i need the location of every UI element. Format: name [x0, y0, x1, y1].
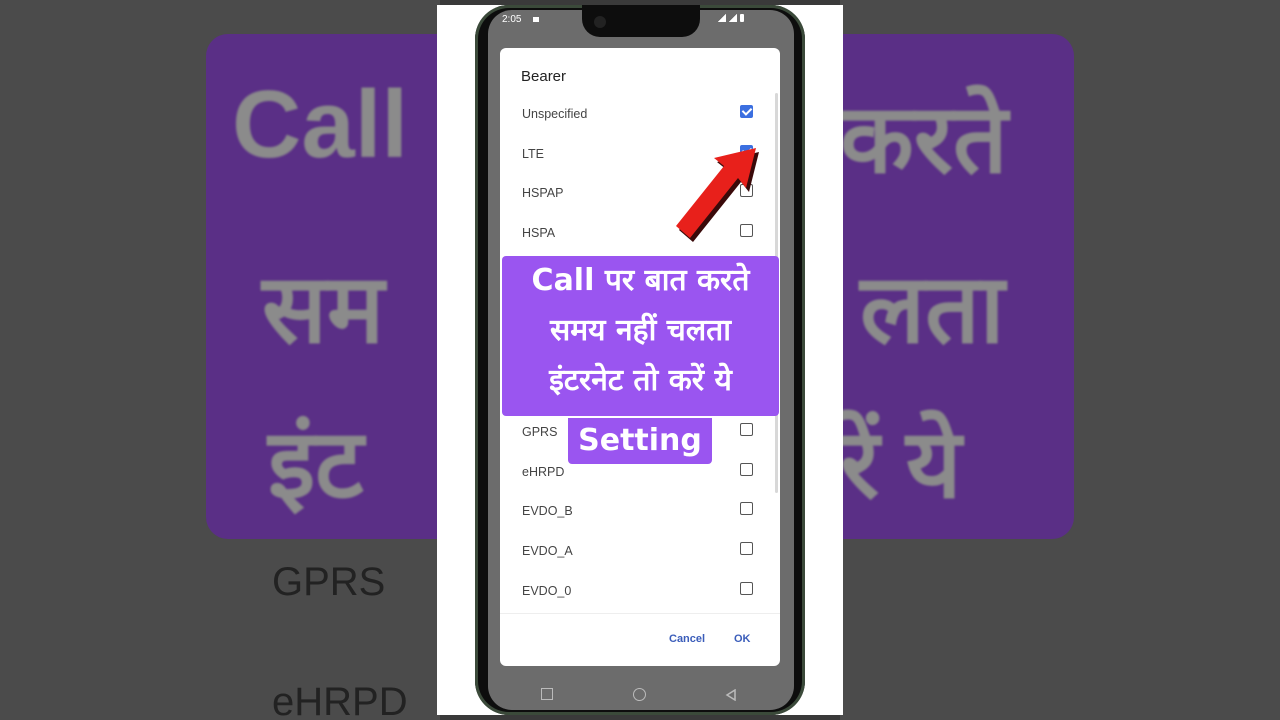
option-label: EVDO_0	[522, 584, 572, 598]
caption-setting: Setting	[568, 418, 712, 464]
status-icons	[718, 14, 744, 22]
checkbox-evdo-0[interactable]	[740, 582, 753, 595]
background-text: करते	[840, 86, 1008, 193]
option-label: GPRS	[522, 425, 558, 439]
option-evdo-0[interactable]: EVDO_0	[500, 571, 780, 611]
signal-icon	[729, 14, 737, 22]
background-text: सम	[262, 256, 385, 363]
video-record-icon	[533, 17, 539, 22]
option-label: Unspecified	[522, 107, 588, 121]
caption-line: समय नहीं चलता	[549, 313, 732, 348]
option-label: HSPA	[522, 226, 556, 240]
option-evdo-a[interactable]: EVDO_A	[500, 531, 780, 571]
option-unspecified[interactable]: Unspecified	[500, 94, 780, 134]
recents-button[interactable]	[541, 688, 553, 700]
option-label: LTE	[522, 147, 544, 161]
signal-icon	[718, 14, 726, 22]
option-label: EVDO_B	[522, 504, 573, 518]
ok-button[interactable]: OK	[734, 633, 751, 645]
background-text: इंट	[268, 411, 364, 518]
background-right: करते लता रें ये	[840, 0, 1280, 720]
red-arrow-icon	[676, 148, 759, 242]
camera-icon	[594, 16, 606, 28]
background-left: Call सम इंट GPRS eHRPD	[0, 0, 440, 720]
caption-line: Call पर बात करते	[531, 263, 750, 298]
background-text: Call	[232, 71, 409, 178]
checkbox-ehrpd[interactable]	[740, 463, 753, 476]
background-row-label: eHRPD	[272, 680, 408, 720]
option-label: eHRPD	[522, 465, 565, 479]
home-button[interactable]	[633, 688, 646, 701]
caption-line: इंटरनेट तो करें ये	[549, 363, 732, 398]
checkbox-unspecified[interactable]	[740, 105, 753, 118]
checkbox-gprs[interactable]	[740, 423, 753, 436]
option-label: EVDO_A	[522, 544, 573, 558]
cancel-button[interactable]: Cancel	[669, 633, 705, 645]
caption-overlay: Call पर बात करते समय नहीं चलता इंटरनेट त…	[502, 256, 779, 416]
battery-icon	[740, 14, 744, 22]
background-text: रें ये	[840, 411, 962, 518]
status-time: 2:05	[502, 14, 522, 25]
checkbox-evdo-b[interactable]	[740, 502, 753, 515]
background-row-label: GPRS	[272, 560, 386, 604]
option-evdo-b[interactable]: EVDO_B	[500, 491, 780, 531]
divider	[500, 613, 780, 614]
checkbox-evdo-a[interactable]	[740, 542, 753, 555]
background-text: लता	[860, 256, 1005, 363]
back-button[interactable]	[725, 689, 737, 701]
option-label: HSPAP	[522, 186, 564, 200]
dialog-title: Bearer	[521, 68, 567, 85]
